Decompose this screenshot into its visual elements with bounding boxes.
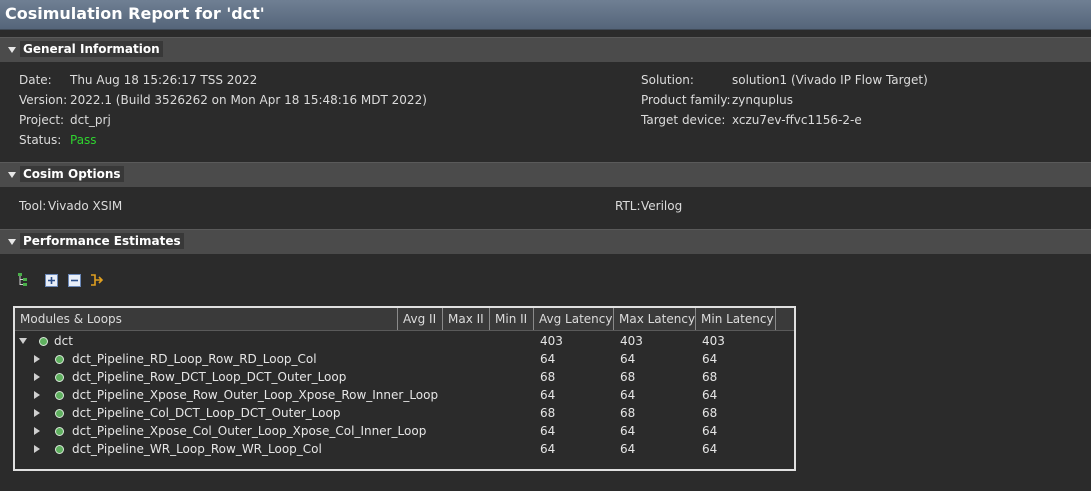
column-header-min-latency[interactable]: Min Latency (696, 308, 776, 330)
expand-arrow-icon[interactable] (34, 409, 40, 417)
min-latency: 64 (702, 388, 718, 402)
expand-arrow-icon[interactable] (34, 391, 40, 399)
module-status-icon (39, 337, 48, 346)
report-title: Cosimulation Report for 'dct' (5, 4, 265, 23)
module-name: dct_Pipeline_Xpose_Col_Outer_Loop_Xpose_… (72, 424, 427, 438)
version-value: 2022.1 (Build 3526262 on Mon Apr 18 15:4… (70, 93, 427, 107)
section-general-information[interactable]: General Information (0, 37, 1091, 62)
section-title: Cosim Options (20, 166, 124, 182)
max-latency: 68 (620, 370, 636, 384)
target-device-value: xczu7ev-ffvc1156-2-e (732, 113, 862, 127)
column-header-avg-ii[interactable]: Avg II (398, 308, 443, 330)
solution-label: Solution: (641, 73, 694, 87)
module-name: dct_Pipeline_WR_Loop_Row_WR_Loop_Col (72, 442, 322, 456)
section-title: Performance Estimates (20, 233, 184, 249)
solution-value: solution1 (Vivado IP Flow Target) (732, 73, 928, 87)
max-latency: 68 (620, 406, 636, 420)
table-row[interactable]: dct_Pipeline_Xpose_Row_Outer_Loop_Xpose_… (15, 386, 794, 404)
table-row[interactable]: dct_Pipeline_Col_DCT_Loop_DCT_Outer_Loop… (15, 404, 794, 422)
tool-label: Tool: (19, 199, 47, 213)
module-name: dct_Pipeline_Col_DCT_Loop_DCT_Outer_Loop (72, 406, 341, 420)
module-status-icon (55, 355, 64, 364)
status-label: Status: (19, 133, 62, 147)
rtl-value: Verilog (641, 199, 683, 213)
goto-source-icon[interactable] (89, 273, 104, 287)
collapse-all-icon[interactable] (68, 274, 81, 287)
avg-latency: 64 (540, 442, 556, 456)
min-latency: 64 (702, 352, 718, 366)
date-label: Date: (19, 73, 52, 87)
tool-value: Vivado XSIM (48, 199, 123, 213)
section-cosim-options[interactable]: Cosim Options (0, 162, 1091, 187)
avg-latency: 403 (540, 334, 563, 348)
date-value: Thu Aug 18 15:26:17 TSS 2022 (70, 73, 258, 87)
project-value: dct_prj (70, 113, 111, 127)
module-status-icon (55, 409, 64, 418)
min-latency: 64 (702, 424, 718, 438)
max-latency: 64 (620, 352, 636, 366)
module-status-icon (55, 427, 64, 436)
column-header-modules-loops[interactable]: Modules & Loops (15, 308, 398, 330)
expand-arrow-icon[interactable] (19, 338, 27, 344)
module-status-icon (55, 445, 64, 454)
column-header-max-latency[interactable]: Max Latency (614, 308, 696, 330)
max-latency: 64 (620, 424, 636, 438)
min-latency: 64 (702, 442, 718, 456)
table-row[interactable]: dct_Pipeline_Xpose_Col_Outer_Loop_Xpose_… (15, 422, 794, 440)
expand-all-icon[interactable] (45, 274, 58, 287)
target-device-label: Target device: (641, 113, 726, 127)
module-status-icon (55, 391, 64, 400)
avg-latency: 64 (540, 352, 556, 366)
avg-latency: 64 (540, 424, 556, 438)
column-header-max-ii[interactable]: Max II (443, 308, 490, 330)
column-header-min-ii[interactable]: Min II (490, 308, 534, 330)
product-family-label: Product family: (641, 93, 731, 107)
expand-arrow-icon[interactable] (34, 445, 40, 453)
collapse-arrow-icon[interactable] (8, 172, 16, 178)
rtl-label: RTL: (615, 199, 641, 213)
module-name: dct_Pipeline_Row_DCT_Loop_DCT_Outer_Loop (72, 370, 347, 384)
section-title: General Information (20, 41, 163, 57)
collapse-arrow-icon[interactable] (8, 239, 16, 245)
expand-arrow-icon[interactable] (34, 373, 40, 381)
min-latency: 68 (702, 406, 718, 420)
max-latency: 64 (620, 388, 636, 402)
table-row[interactable]: dct_Pipeline_WR_Loop_Row_WR_Loop_Col 64 … (15, 440, 794, 458)
product-family-value: zynquplus (732, 93, 794, 107)
expand-arrow-icon[interactable] (34, 355, 40, 363)
table-row[interactable]: dct_Pipeline_Row_DCT_Loop_DCT_Outer_Loop… (15, 368, 794, 386)
max-latency: 403 (620, 334, 643, 348)
module-status-icon (55, 373, 64, 382)
min-latency: 403 (702, 334, 725, 348)
avg-latency: 68 (540, 370, 556, 384)
module-name: dct_Pipeline_Xpose_Row_Outer_Loop_Xpose_… (72, 388, 439, 402)
status-value: Pass (70, 133, 97, 147)
report-title-bar: Cosimulation Report for 'dct' (0, 0, 1091, 30)
performance-table: Modules & Loops Avg II Max II Min II Avg… (13, 306, 796, 471)
table-row[interactable]: dct_Pipeline_RD_Loop_Row_RD_Loop_Col 64 … (15, 350, 794, 368)
avg-latency: 64 (540, 388, 556, 402)
module-name: dct (54, 334, 73, 348)
version-label: Version: (19, 93, 68, 107)
module-name: dct_Pipeline_RD_Loop_Row_RD_Loop_Col (72, 352, 317, 366)
min-latency: 68 (702, 370, 718, 384)
table-row[interactable]: dct 403 403 403 (15, 332, 794, 350)
avg-latency: 68 (540, 406, 556, 420)
project-label: Project: (19, 113, 65, 127)
section-performance-estimates[interactable]: Performance Estimates (0, 229, 1091, 254)
max-latency: 64 (620, 442, 636, 456)
table-header: Modules & Loops Avg II Max II Min II Avg… (15, 308, 794, 331)
expand-arrow-icon[interactable] (34, 427, 40, 435)
hierarchy-icon[interactable] (17, 273, 30, 286)
collapse-arrow-icon[interactable] (8, 47, 16, 53)
column-header-avg-latency[interactable]: Avg Latency (534, 308, 614, 330)
